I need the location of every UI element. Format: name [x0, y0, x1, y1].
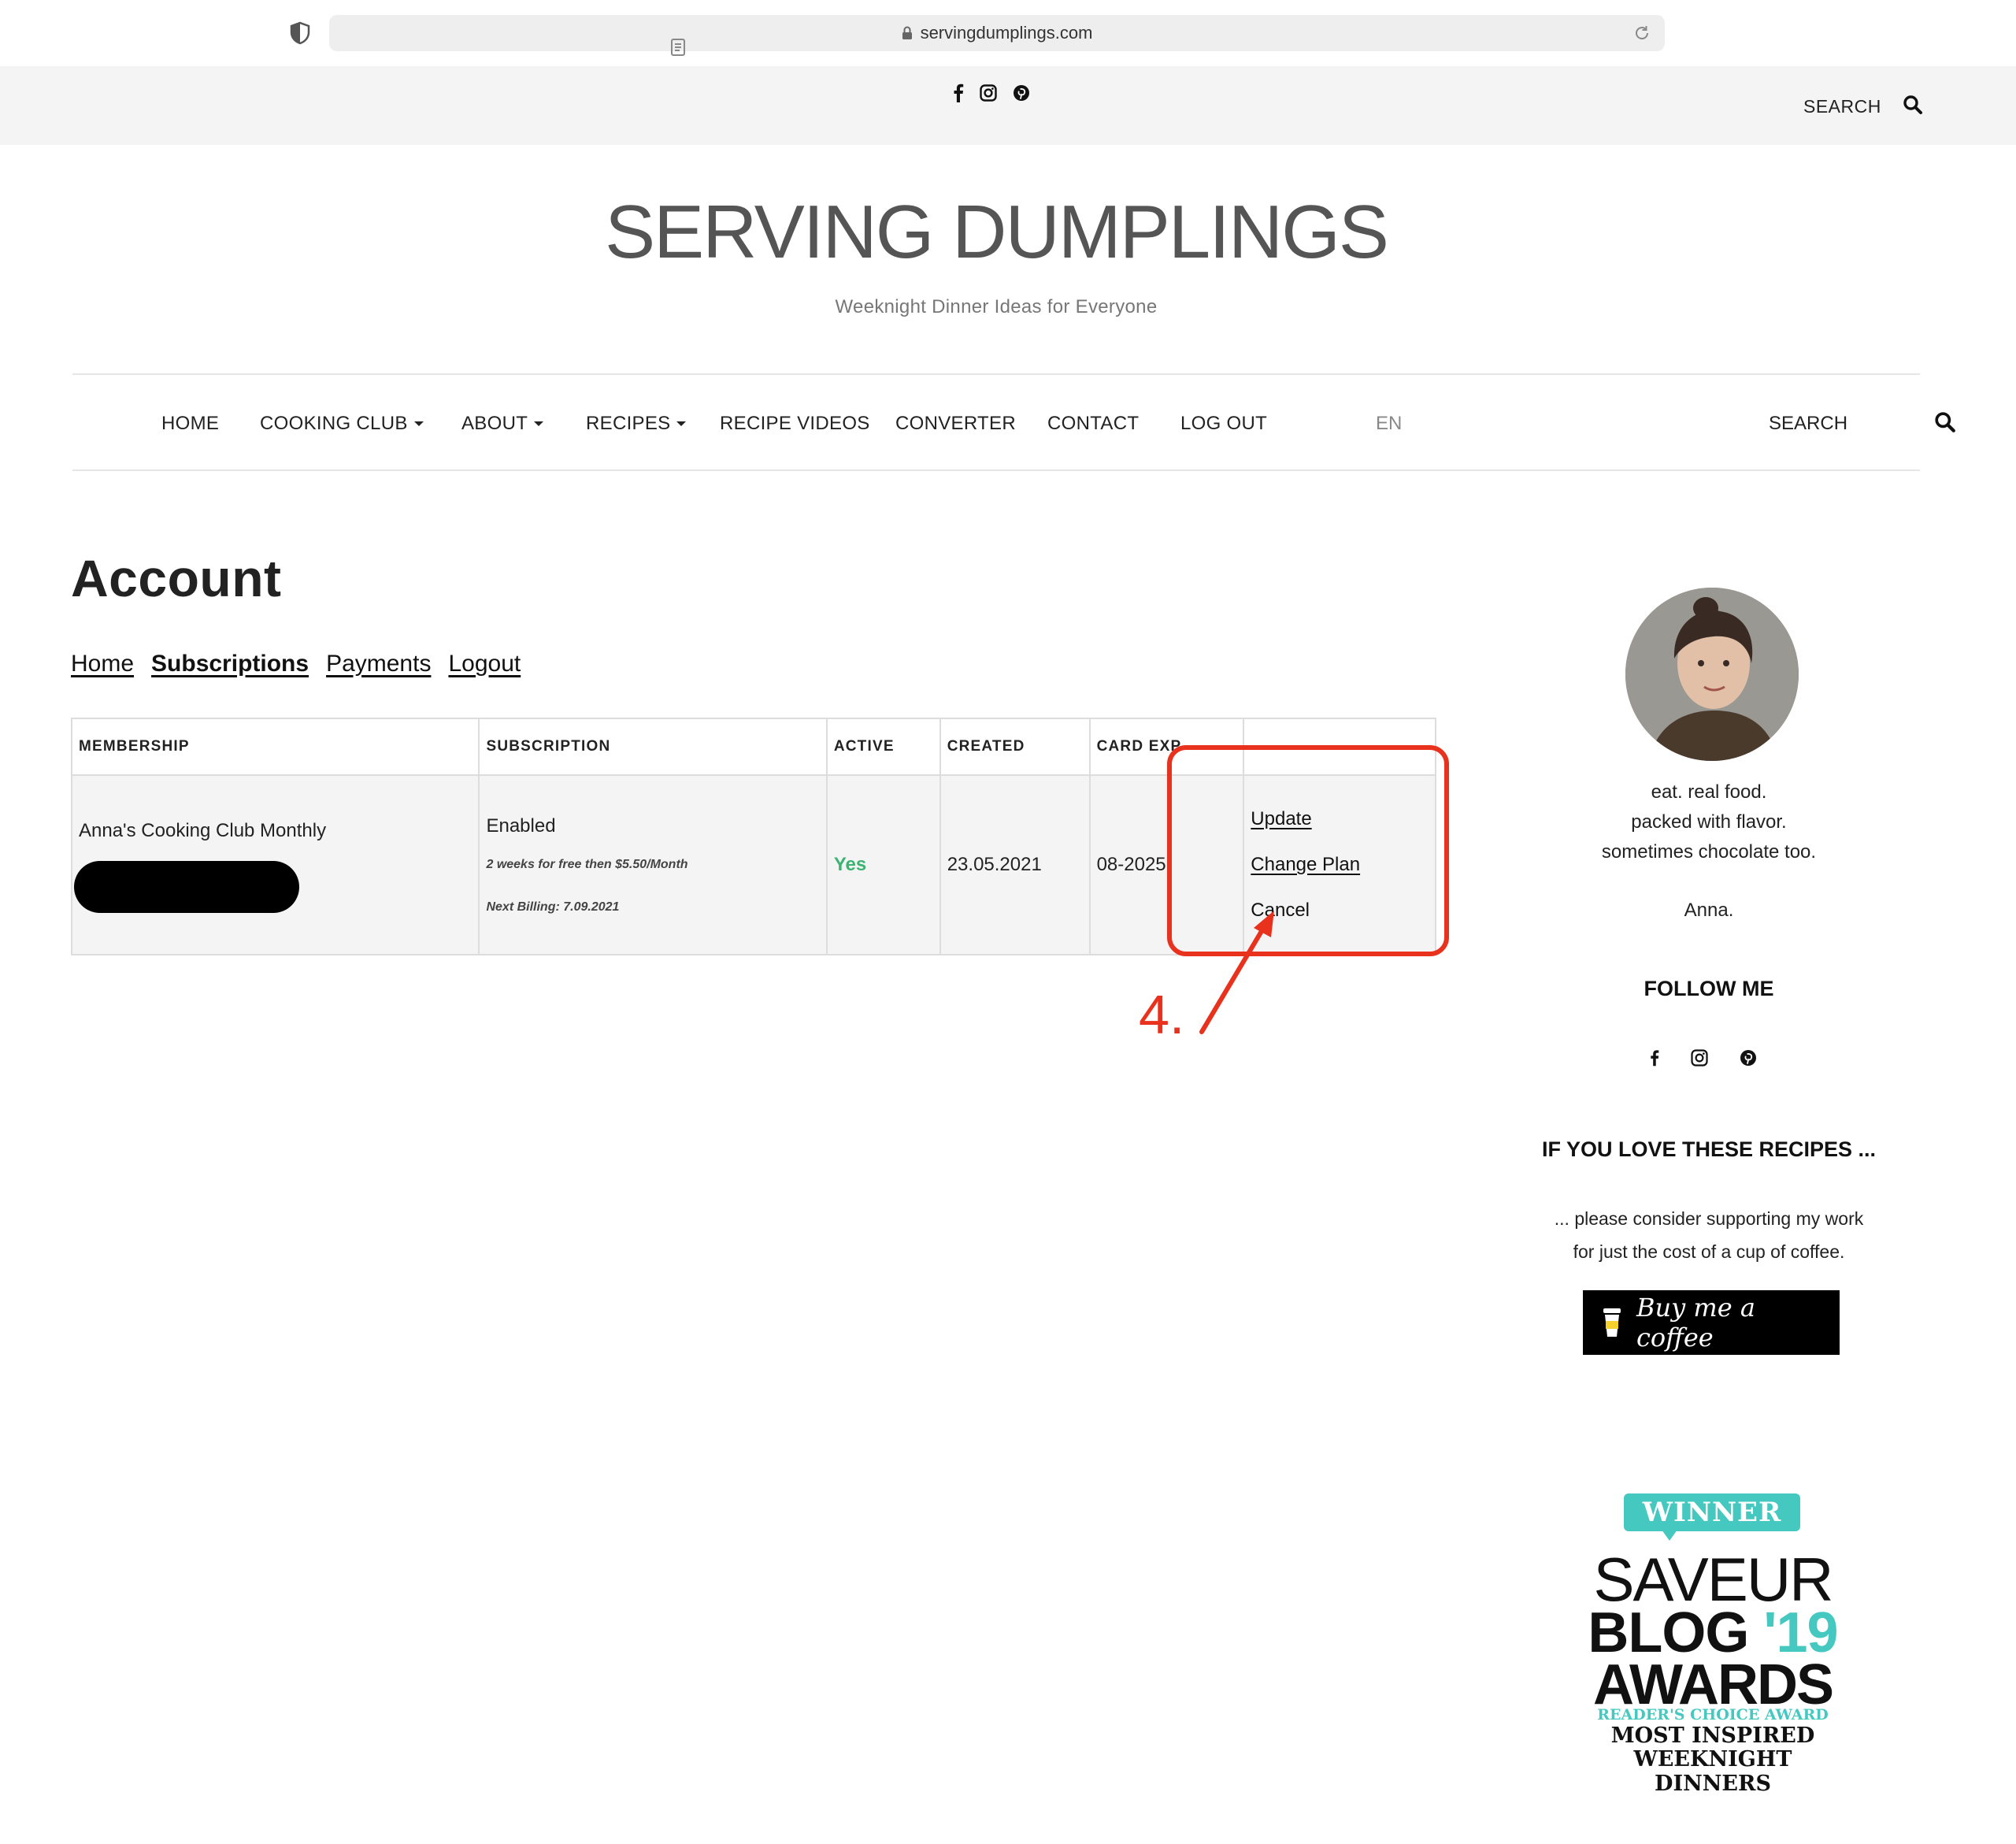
award-category-line: MOST INSPIRED	[1610, 1723, 1815, 1748]
url-text[interactable]: servingdumplings.com	[921, 23, 1093, 43]
language-switcher[interactable]: EN	[1376, 413, 1402, 435]
bio-line: sometimes chocolate too.	[1601, 841, 1817, 863]
support-heading: IF YOU LOVE THESE RECIPES ...	[1541, 1137, 1877, 1161]
top-social-links	[953, 83, 1030, 102]
nav-item-label: CONTACT	[1047, 413, 1140, 434]
lock-icon	[902, 26, 913, 40]
search-icon[interactable]	[1903, 95, 1923, 115]
site-tagline: Weeknight Dinner Ideas for Everyone	[835, 296, 1158, 317]
nav-item-contact[interactable]: CONTACT	[1047, 413, 1139, 435]
nav-item-label: RECIPE VIDEOS	[720, 413, 870, 434]
tab-subscriptions[interactable]: Subscriptions	[151, 651, 309, 677]
buy-me-a-coffee-button[interactable]: Buy me a coffee	[1583, 1290, 1840, 1355]
subscription-cell: Enabled 2 weeks for free then $5.50/Mont…	[479, 775, 828, 955]
nav-item-label: COOKING CLUB	[260, 413, 408, 434]
bio-signature: Anna.	[1684, 900, 1734, 921]
column-header-active: ACTIVE	[826, 718, 941, 776]
nav-item-label: HOME	[161, 413, 220, 434]
nav-item-cooking-club[interactable]: COOKING CLUB	[260, 413, 424, 435]
created-date: 23.05.2021	[947, 854, 1042, 875]
instagram-icon[interactable]	[980, 84, 997, 102]
subscription-terms: 2 weeks for free then $5.50/Month	[486, 858, 688, 871]
nav-item-home[interactable]: HOME	[161, 413, 219, 435]
instagram-icon[interactable]	[1691, 1049, 1708, 1067]
caret-down-icon	[534, 421, 544, 426]
avatar	[1625, 588, 1799, 761]
subscription-status: Enabled	[486, 815, 556, 837]
card-exp-date: 08-2025	[1096, 854, 1166, 875]
address-bar[interactable]: servingdumplings.com	[329, 15, 1665, 56]
caret-down-icon	[676, 421, 687, 426]
column-header-created: CREATED	[939, 718, 1091, 776]
nav-item-label: CONVERTER	[895, 413, 1016, 434]
shield-icon[interactable]	[290, 21, 310, 45]
bio-line: eat. real food.	[1651, 781, 1767, 803]
facebook-icon[interactable]	[953, 83, 964, 102]
award-category-line: WEEKNIGHT DINNERS	[1633, 1747, 1792, 1796]
bio-line: packed with flavor.	[1631, 811, 1787, 833]
account-tabs: Home Subscriptions Payments Logout	[71, 651, 521, 677]
award-winner-label: WINNER	[1624, 1493, 1800, 1531]
nav-item-about[interactable]: ABOUT	[461, 413, 544, 435]
column-header-membership: MEMBERSHIP	[72, 718, 480, 776]
tab-payments[interactable]: Payments	[326, 651, 431, 677]
pinterest-icon[interactable]	[1013, 84, 1030, 102]
browser-chrome: servingdumplings.com	[0, 0, 2016, 66]
membership-name: Anna's Cooking Club Monthly	[79, 820, 327, 841]
annotation-step-label: 4.	[1139, 984, 1185, 1045]
nav-item-label: ABOUT	[461, 413, 528, 434]
column-header-subscription: SUBSCRIPTION	[479, 718, 828, 776]
redacted-area	[74, 861, 299, 913]
site-title[interactable]: SERVING DUMPLINGS	[0, 189, 1992, 276]
nav-search-label[interactable]: SEARCH	[1769, 413, 1847, 435]
coffee-cup-icon	[1602, 1307, 1622, 1338]
support-text: ... please consider supporting my work	[1554, 1208, 1864, 1229]
support-text: for just the cost of a cup of coffee.	[1573, 1241, 1845, 1262]
nav-item-label: LOG OUT	[1180, 413, 1268, 434]
coffee-button-label: Buy me a coffee	[1636, 1293, 1755, 1352]
nav-item-converter[interactable]: CONVERTER	[895, 413, 1016, 435]
nav-item-recipes[interactable]: RECIPES	[586, 413, 687, 435]
pinterest-icon[interactable]	[1740, 1049, 1757, 1067]
next-billing: Next Billing: 7.09.2021	[486, 900, 620, 914]
facebook-icon[interactable]	[1650, 1049, 1659, 1067]
caret-down-icon	[413, 421, 424, 426]
tab-home[interactable]: Home	[71, 651, 134, 677]
top-bar: SEARCH	[0, 66, 2016, 145]
main-nav: HOME COOKING CLUB ABOUT RECIPES RECIPE V…	[72, 373, 1955, 471]
award-bubble-tail	[1662, 1530, 1677, 1541]
follow-heading: FOLLOW ME	[1644, 977, 1774, 1000]
annotation-arrow-icon	[1189, 906, 1284, 1040]
award-readers-choice: READER'S CHOICE AWARD	[1597, 1706, 1829, 1723]
follow-links	[1650, 1049, 1757, 1067]
active-cell: Yes	[826, 775, 941, 955]
nav-item-label: RECIPES	[586, 413, 671, 434]
active-status: Yes	[833, 854, 867, 875]
search-icon[interactable]	[1934, 411, 1956, 433]
tab-logout[interactable]: Logout	[448, 651, 521, 677]
nav-item-log-out[interactable]: LOG OUT	[1180, 413, 1267, 435]
membership-cell: Anna's Cooking Club Monthly	[72, 775, 480, 955]
created-cell: 23.05.2021	[939, 775, 1091, 955]
top-search-label[interactable]: SEARCH	[1803, 96, 1881, 117]
nav-item-recipe-videos[interactable]: RECIPE VIDEOS	[720, 413, 870, 435]
page-title: Account	[71, 549, 282, 607]
reload-icon[interactable]	[1633, 24, 1651, 42]
